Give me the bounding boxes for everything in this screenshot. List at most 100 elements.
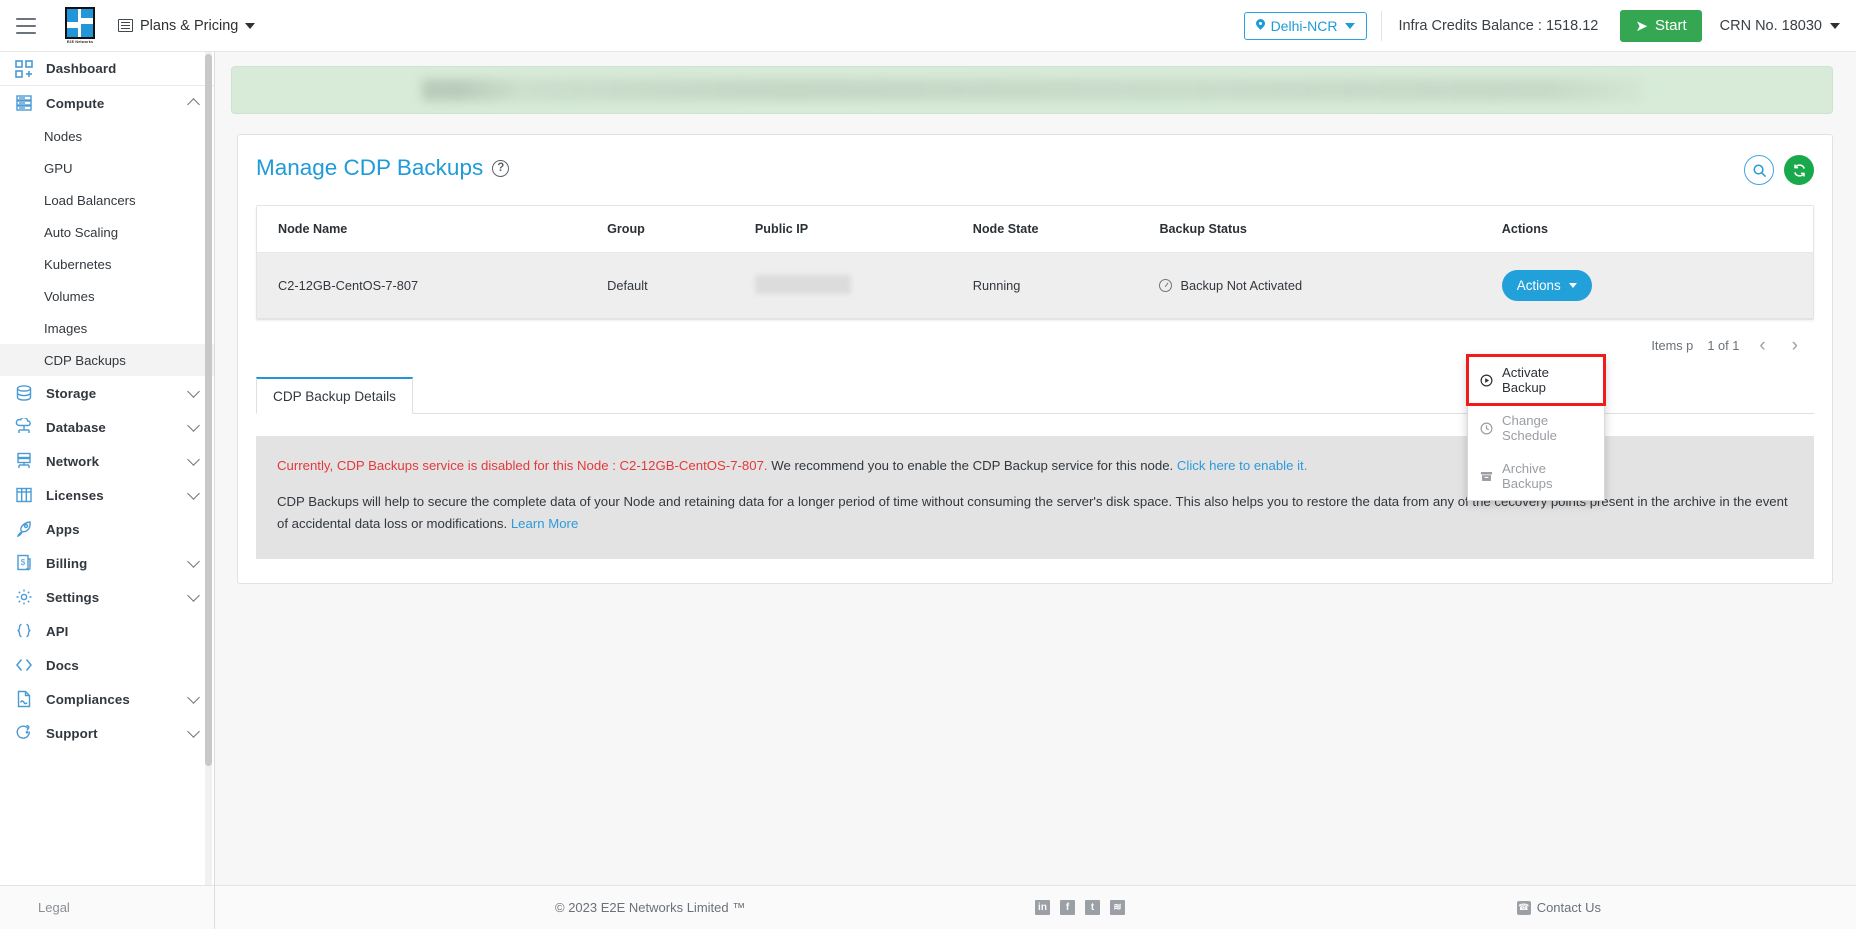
question-mark-icon[interactable]: ? — [492, 159, 510, 177]
copyright-text: © 2023 E2E Networks Limited ™ — [555, 900, 746, 915]
chevron-down-icon — [1568, 283, 1577, 288]
send-icon: ➤ — [1635, 17, 1648, 35]
sidebar-item-support[interactable]: Support — [0, 716, 214, 750]
crn-menu[interactable]: CRN No. 18030 — [1708, 18, 1856, 34]
sidebar-item-apps[interactable]: Apps — [0, 512, 214, 546]
sidebar-item-database[interactable]: Database — [0, 410, 214, 444]
sidebar-item-gpu[interactable]: GPU — [0, 152, 214, 184]
chevron-left-icon[interactable]: ‹ — [1753, 336, 1771, 355]
svg-text:$: $ — [21, 558, 26, 567]
sidebar-item-auto-scaling[interactable]: Auto Scaling — [0, 216, 214, 248]
sidebar-subitem-label: Nodes — [44, 128, 83, 144]
tab-cdp-backup-details[interactable]: CDP Backup Details — [256, 377, 413, 414]
sidebar-item-compute[interactable]: Compute — [0, 86, 214, 120]
backup-status-text: Backup Not Activated — [1180, 278, 1303, 293]
chevron-right-icon[interactable]: › — [1786, 336, 1804, 355]
plans-label: Plans & Pricing — [140, 17, 239, 34]
sidebar-item-licenses[interactable]: Licenses — [0, 478, 214, 512]
sidebar-subitem-label: Images — [44, 320, 88, 336]
menu-item-archive-backups[interactable]: Archive Backups — [1468, 452, 1604, 500]
contact-us-link[interactable]: ☎ Contact Us — [1516, 900, 1601, 915]
social-links: in f t ≋ — [1035, 900, 1125, 915]
refresh-button[interactable] — [1784, 155, 1814, 185]
sidebar-item-billing[interactable]: $ Billing — [0, 546, 214, 580]
backups-table-wrapper: Node Name Group Public IP Node State Bac… — [256, 205, 1814, 320]
sidebar-item-storage[interactable]: Storage — [0, 376, 214, 410]
menu-item-activate-backup[interactable]: Activate Backup — [1466, 354, 1606, 406]
sidebar-item-label: Storage — [46, 385, 97, 401]
sidebar-item-settings[interactable]: Settings — [0, 580, 214, 614]
sidebar-item-label: Database — [46, 419, 106, 435]
region-selector[interactable]: Delhi-NCR — [1243, 11, 1368, 40]
header-right-group: Delhi-NCR Infra Credits Balance : 1518.1… — [1243, 0, 1856, 51]
linkedin-icon[interactable]: in — [1035, 900, 1050, 915]
card-header-actions — [1744, 155, 1814, 185]
search-button[interactable] — [1744, 155, 1774, 185]
archive-icon — [1479, 469, 1493, 483]
legal-link[interactable]: Legal — [38, 900, 70, 915]
sidebar-footer: Legal — [0, 885, 214, 929]
menu-item-change-schedule[interactable]: Change Schedule — [1468, 404, 1604, 452]
sidebar-item-label: Network — [46, 453, 100, 469]
cloud-database-icon — [13, 417, 35, 437]
sidebar-item-label: Compliances — [46, 691, 130, 707]
play-circle-icon — [1479, 373, 1493, 387]
table-row: C2-12GB-CentOS-7-807 Default Running Bac… — [257, 252, 1813, 319]
e2e-logo[interactable]: E2E Networks — [60, 5, 100, 47]
menu-item-label: Activate Backup — [1502, 365, 1549, 395]
credits-balance: Infra Credits Balance : 1518.12 — [1381, 10, 1614, 41]
page-title-text: Manage CDP Backups — [256, 155, 484, 180]
database-icon — [13, 383, 35, 403]
warning-rest: We recommend you to enable the CDP Backu… — [767, 458, 1177, 473]
lifebuoy-icon — [13, 723, 35, 743]
sidebar-item-network[interactable]: Network — [0, 444, 214, 478]
enable-backup-link[interactable]: Click here to enable it. — [1177, 458, 1307, 473]
redacted-ip — [754, 274, 851, 294]
sidebar-item-kubernetes[interactable]: Kubernetes — [0, 248, 214, 280]
sidebar-scrollbar-thumb[interactable] — [205, 54, 212, 766]
chevron-down-icon — [187, 486, 200, 500]
logo-caption: E2E Networks — [66, 40, 94, 44]
redacted-banner-text — [422, 79, 1642, 101]
facebook-icon[interactable]: f — [1060, 900, 1075, 915]
page-footer: © 2023 E2E Networks Limited ™ in f t ≋ ☎… — [215, 885, 1856, 929]
chevron-up-icon — [187, 98, 200, 111]
gear-icon — [13, 587, 35, 607]
hamburger-icon[interactable] — [0, 0, 52, 52]
rss-icon[interactable]: ≋ — [1110, 900, 1125, 915]
learn-more-link[interactable]: Learn More — [511, 516, 578, 531]
menu-item-label: Change Schedule — [1502, 413, 1557, 443]
backups-table: Node Name Group Public IP Node State Bac… — [257, 206, 1813, 319]
sidebar-item-load-balancers[interactable]: Load Balancers — [0, 184, 214, 216]
actions-dropdown-button[interactable]: Actions — [1501, 270, 1592, 301]
contact-label: Contact Us — [1536, 900, 1601, 915]
sidebar-item-nodes[interactable]: Nodes — [0, 120, 214, 152]
server-icon — [13, 93, 35, 113]
actions-dropdown-menu: Activate Backup Change Schedule Archive … — [1466, 354, 1606, 501]
chevron-down-icon — [187, 554, 200, 568]
top-header: E2E Networks Plans & Pricing Delhi-NCR I… — [0, 0, 1856, 52]
plans-and-pricing-button[interactable]: Plans & Pricing — [118, 17, 256, 34]
sidebar-item-cdp-backups[interactable]: CDP Backups — [0, 344, 214, 376]
column-header-actions: Actions — [1501, 206, 1813, 253]
page-range-label: 1 of 1 — [1707, 338, 1740, 353]
dashboard-icon — [13, 59, 35, 79]
rocket-icon — [13, 519, 35, 539]
app-root: E2E Networks Plans & Pricing Delhi-NCR I… — [0, 0, 1856, 929]
sidebar-item-images[interactable]: Images — [0, 312, 214, 344]
sidebar-item-docs[interactable]: Docs — [0, 648, 214, 682]
start-button[interactable]: ➤ Start — [1620, 9, 1702, 42]
warning-prefix: Currently, CDP Backups service is disabl… — [277, 458, 768, 473]
sidebar-item-api[interactable]: API — [0, 614, 214, 648]
items-per-page-label: Items p — [1651, 338, 1694, 353]
sidebar-item-dashboard[interactable]: Dashboard — [0, 52, 214, 86]
sidebar-subitem-label: Volumes — [44, 288, 95, 304]
cell-actions: Actions — [1501, 252, 1813, 319]
braces-icon — [13, 621, 35, 641]
cell-node-state: Running — [972, 252, 1160, 319]
sidebar-item-volumes[interactable]: Volumes — [0, 280, 214, 312]
sidebar-item-compliances[interactable]: Compliances — [0, 682, 214, 716]
twitter-icon[interactable]: t — [1085, 900, 1100, 915]
notification-banner — [231, 66, 1833, 114]
crn-label: CRN No. 18030 — [1719, 17, 1822, 34]
